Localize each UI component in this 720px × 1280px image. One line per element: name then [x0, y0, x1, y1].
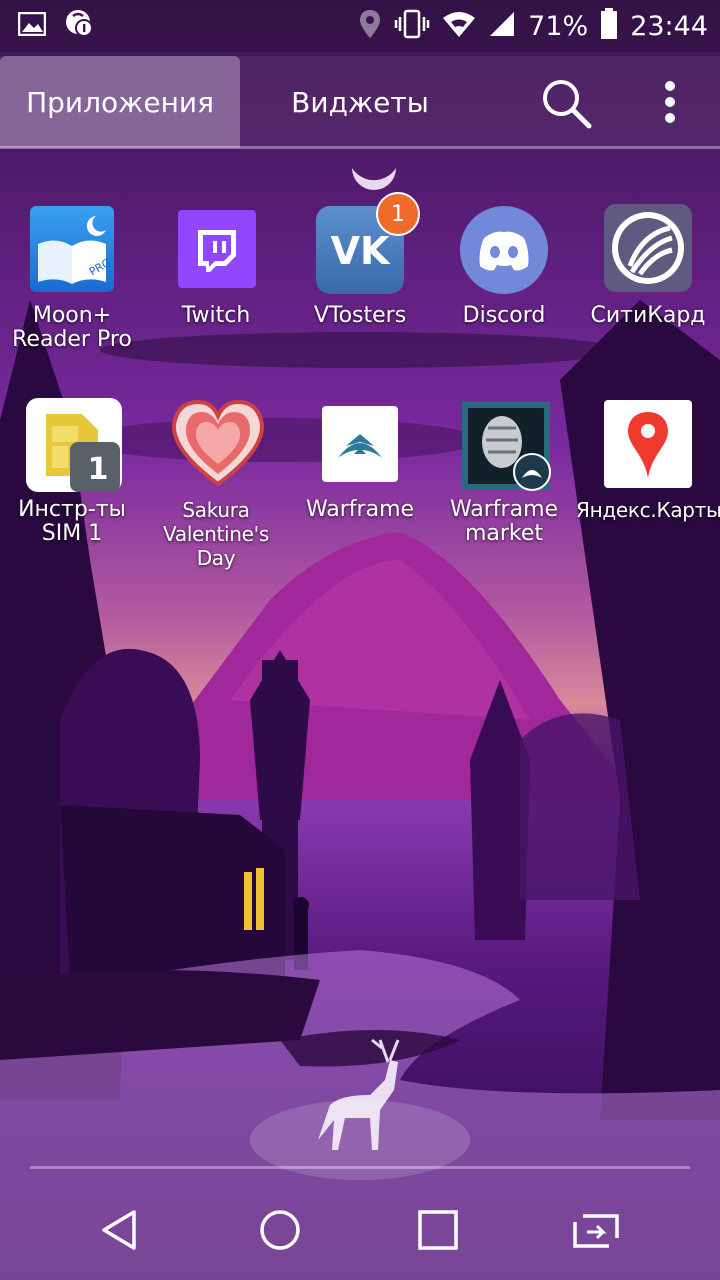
app-label: Инстр-ты SIM 1 [18, 497, 126, 546]
gallery-icon [17, 11, 47, 40]
tab-apps[interactable]: Приложения [0, 56, 240, 148]
discord-icon [458, 204, 550, 296]
app-label: Twitch [181, 303, 251, 328]
status-bar: 71% 23:44 [0, 0, 720, 52]
svg-text:VK: VK [331, 229, 391, 273]
app-label: VTosters [313, 303, 407, 328]
app-warframe-market[interactable]: Warframe market [432, 398, 576, 546]
vibrate-icon [394, 9, 430, 43]
moon-reader-icon: PRO [26, 204, 118, 296]
location-icon [358, 9, 382, 43]
battery-icon [600, 8, 618, 44]
switch-icon [573, 1214, 619, 1248]
app-discord[interactable]: Discord [432, 204, 576, 328]
heart-icon [170, 398, 265, 490]
app-sakura-valentine[interactable]: Sakura Valentine's Day [144, 398, 288, 570]
recents-button[interactable] [398, 1195, 478, 1265]
tab-widgets[interactable]: Виджеты [240, 56, 480, 148]
app-label: Warframe market [449, 497, 559, 546]
search-icon [543, 80, 592, 129]
sim-tools-icon: 1 [26, 398, 122, 492]
sim-number: 1 [87, 451, 109, 487]
app-yandex-maps[interactable]: Яндекс.Карты [576, 398, 720, 522]
app-label: Sakura Valentine's Day [163, 498, 269, 570]
home-icon [260, 1210, 300, 1250]
vk-icon: VK 1 [314, 192, 420, 296]
home-button[interactable] [240, 1195, 320, 1265]
wallpaper-scene [0, 168, 720, 1280]
app-vtosters[interactable]: VK 1 VTosters [288, 192, 432, 328]
battery-percent: 71% [528, 10, 589, 42]
yandex-maps-icon [602, 398, 694, 490]
app-label: Moon+ Reader Pro [12, 303, 132, 352]
warframe-market-icon [458, 398, 551, 491]
overflow-menu-button[interactable] [650, 74, 690, 134]
notification-badge: 1 [376, 192, 420, 236]
more-vert-icon [665, 81, 675, 123]
twitch-icon [170, 204, 262, 296]
back-icon [102, 1210, 136, 1250]
app-twitch[interactable]: Twitch [144, 204, 288, 328]
search-button[interactable] [535, 74, 595, 134]
signal-icon [488, 10, 516, 42]
wifi-icon [442, 10, 476, 42]
app-drawer-tabs: Приложения Виджеты [0, 56, 720, 148]
wallpaper [0, 0, 720, 1280]
app-label: Яндекс.Карты [576, 498, 720, 522]
citycard-icon [602, 204, 694, 296]
switch-button[interactable] [556, 1195, 636, 1265]
back-button[interactable] [80, 1195, 160, 1265]
app-label: Discord [462, 303, 546, 328]
dock-divider [30, 1166, 690, 1169]
clock: 23:44 [630, 10, 708, 42]
app-sim-tools[interactable]: 1 Инстр-ты SIM 1 [0, 398, 144, 546]
warframe-icon [314, 398, 406, 490]
sync-notification-icon [64, 8, 96, 44]
app-label: СитиКард [590, 303, 706, 328]
tab-divider [0, 146, 720, 149]
recents-icon [418, 1210, 458, 1250]
app-moon-reader[interactable]: PRO Moon+ Reader Pro [0, 204, 144, 352]
app-label: Warframe [305, 497, 415, 522]
app-warframe[interactable]: Warframe [288, 398, 432, 522]
navigation-bar [0, 1175, 720, 1280]
app-citycard[interactable]: СитиКард [576, 204, 720, 328]
